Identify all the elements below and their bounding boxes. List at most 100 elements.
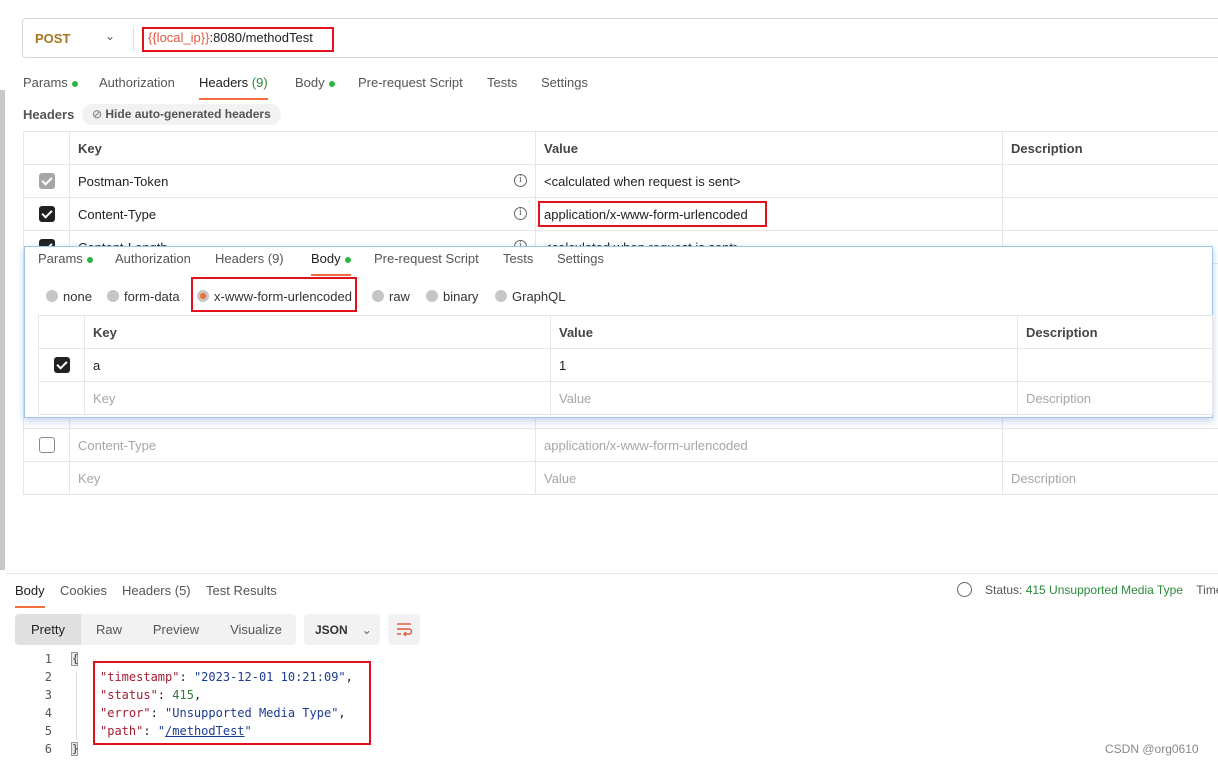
watermark: CSDN @org0610: [1105, 742, 1199, 756]
button-label: Hide auto-generated headers: [105, 107, 271, 121]
globe-icon[interactable]: [957, 582, 972, 597]
description-input[interactable]: Description: [1017, 381, 1213, 415]
format-value: JSON: [315, 623, 348, 637]
highlight-box: [191, 277, 357, 312]
radio-binary[interactable]: binary: [426, 289, 478, 304]
brace-close: }: [71, 742, 79, 756]
checkbox[interactable]: [38, 173, 55, 190]
column-header: Description: [1017, 315, 1213, 349]
info-icon[interactable]: i: [514, 206, 527, 220]
radio-label: none: [63, 289, 92, 304]
chevron-down-icon: ⌄: [361, 623, 372, 637]
headers-label: Headers: [23, 107, 75, 122]
tab-authorization[interactable]: Authorization: [115, 251, 191, 266]
table-row: Postman-Token i <calculated when request i…: [23, 164, 1218, 198]
column-header: Value: [535, 131, 1003, 165]
tab-settings[interactable]: Settings: [557, 251, 604, 266]
view-visualize[interactable]: Visualize: [218, 614, 294, 645]
radio-graphql[interactable]: GraphQL: [495, 289, 565, 304]
radio-none[interactable]: none: [46, 289, 92, 304]
radio-label: form-data: [124, 289, 180, 304]
key-input[interactable]: Key: [84, 381, 551, 415]
table-row: Content-Type application/x-www-form-urlen…: [23, 428, 1218, 462]
status-value: 415 Unsupported Media Type: [1025, 583, 1183, 597]
tab-body[interactable]: Body: [311, 251, 351, 276]
radio-label: binary: [443, 289, 479, 304]
tab-pre-request-script[interactable]: Pre-request Script: [358, 75, 463, 90]
divider: [133, 27, 134, 51]
column-header: Description: [1002, 131, 1218, 165]
highlight-box: [538, 201, 767, 227]
value-input[interactable]: Value: [535, 461, 1003, 495]
scrollbar[interactable]: [0, 90, 5, 570]
radio-form-data[interactable]: form-data: [107, 289, 180, 304]
radio-label: raw: [389, 289, 410, 304]
chevron-down-icon[interactable]: ⌄: [105, 29, 115, 43]
tab-label: Body: [311, 251, 341, 266]
method-select[interactable]: POST: [35, 31, 70, 46]
divider: [6, 573, 1218, 574]
view-pretty[interactable]: Pretty: [15, 614, 81, 645]
tab-params[interactable]: Params: [38, 251, 93, 266]
wrap-lines-button[interactable]: [388, 614, 420, 645]
column-header: Key: [84, 315, 551, 349]
tab-headers[interactable]: Headers (9): [199, 75, 268, 100]
wrap-icon: [397, 623, 413, 637]
body-panel-overlay: Params Authorization Headers (9) Body Pr…: [24, 246, 1213, 418]
response-tab-headers[interactable]: Headers (5): [122, 583, 191, 598]
line-number: 4: [44, 706, 52, 720]
tab-authorization[interactable]: Authorization: [99, 75, 175, 90]
radio-label: GraphQL: [512, 289, 566, 304]
format-select[interactable]: JSON ⌄: [304, 614, 380, 645]
param-key[interactable]: a: [84, 348, 551, 382]
brace-open: {: [71, 652, 79, 666]
response-tab-cookies[interactable]: Cookies: [60, 583, 107, 598]
checkbox[interactable]: [38, 437, 55, 454]
tab-settings[interactable]: Settings: [541, 75, 588, 90]
time-label: Time: [1196, 583, 1218, 597]
radio-raw[interactable]: raw: [372, 289, 410, 304]
tab-body[interactable]: Body: [295, 75, 335, 90]
line-number: 5: [44, 724, 52, 738]
tab-label: Body: [295, 75, 325, 90]
response-status: Status: 415 Unsupported Media Type Time: [985, 583, 1218, 597]
tab-params[interactable]: Params: [23, 75, 78, 90]
view-raw[interactable]: Raw: [81, 614, 137, 645]
hide-auto-generated-button[interactable]: ⊘ Hide auto-generated headers: [82, 104, 281, 125]
eye-off-icon: ⊘: [92, 107, 106, 121]
highlight-box: [93, 661, 371, 745]
table-row: Key Value Description: [23, 461, 1218, 495]
description-input[interactable]: Description: [1002, 461, 1218, 495]
line-number: 6: [44, 742, 52, 756]
header-value[interactable]: application/x-www-form-urlencoded: [535, 428, 1003, 462]
tab-label: Params: [23, 75, 68, 90]
indent-guide: [76, 672, 77, 740]
line-number: 3: [44, 688, 52, 702]
status-label: Status:: [985, 583, 1023, 597]
column-header: Value: [550, 315, 1018, 349]
view-preview[interactable]: Preview: [141, 614, 211, 645]
tab-tests[interactable]: Tests: [503, 251, 533, 266]
response-tab-test-results[interactable]: Test Results: [206, 583, 277, 598]
info-icon[interactable]: i: [514, 173, 527, 187]
line-number: 1: [44, 652, 52, 666]
checkbox[interactable]: [38, 206, 55, 223]
tab-tests[interactable]: Tests: [487, 75, 517, 90]
tab-pre-request-script[interactable]: Pre-request Script: [374, 251, 479, 266]
table-row: a1: [38, 348, 1213, 382]
response-tab-body[interactable]: Body: [15, 583, 45, 608]
value-input[interactable]: Value: [550, 381, 1018, 415]
param-value[interactable]: 1: [550, 348, 1018, 382]
key-input[interactable]: Key: [69, 461, 536, 495]
column-header: Key: [69, 131, 536, 165]
tab-headers[interactable]: Headers (9): [215, 251, 284, 266]
line-number: 2: [44, 670, 52, 684]
header-key: Postman-Token: [78, 173, 169, 189]
highlight-box: [142, 27, 334, 52]
header-key: Content-Type: [78, 206, 157, 222]
tab-label: Headers: [199, 75, 249, 90]
body-params-table: Key Value Description a1 Key Value Descripti…: [38, 315, 1213, 415]
header-key[interactable]: Content-Type: [69, 428, 536, 462]
header-value: <calculated when request is sent>: [535, 164, 1003, 198]
checkbox[interactable]: [53, 357, 70, 374]
